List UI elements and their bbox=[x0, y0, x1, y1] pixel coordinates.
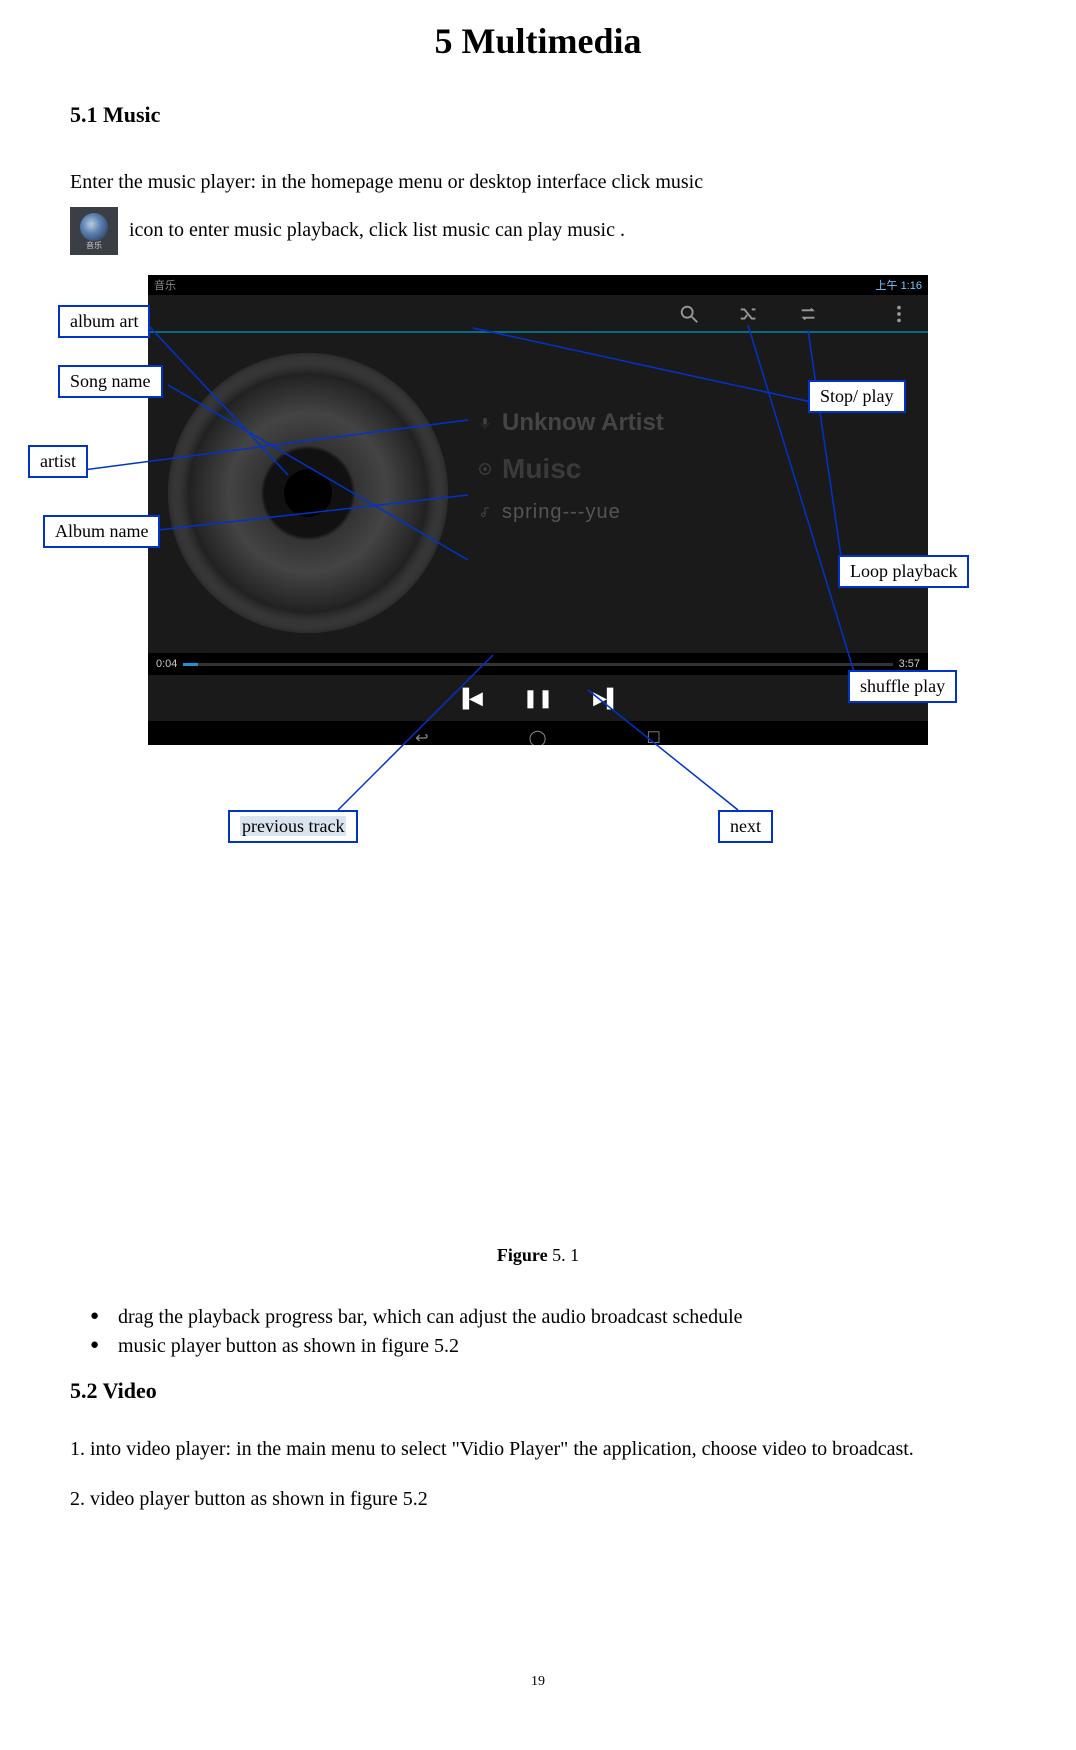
callout-artist: artist bbox=[28, 445, 88, 478]
action-bar bbox=[148, 295, 928, 333]
chapter-title: 5 Multimedia bbox=[70, 20, 1006, 62]
playback-controls: ▐◀ ❚❚ ▶▌ bbox=[148, 675, 928, 721]
back-nav-icon[interactable]: ↩ bbox=[415, 728, 428, 745]
artist-row: Unknow Artist bbox=[478, 409, 918, 437]
intro-paragraph: Enter the music player: in the homepage … bbox=[70, 158, 1006, 255]
document-page: 5 Multimedia 5.1 Music Enter the music p… bbox=[0, 0, 1076, 1750]
bullet-list: drag the playback progress bar, which ca… bbox=[70, 1306, 1006, 1358]
status-app-label: 音乐 bbox=[154, 277, 176, 293]
overflow-menu-icon[interactable] bbox=[888, 303, 910, 325]
video-paragraph-2: 2. video player button as shown in figur… bbox=[70, 1484, 1006, 1514]
music-icon-label: 音乐 bbox=[70, 236, 118, 255]
callout-album-art: album art bbox=[58, 305, 150, 338]
figure-caption: Figure 5. 1 bbox=[88, 1245, 988, 1266]
progress-bar-row: 0:04 3:57 bbox=[148, 653, 928, 675]
system-nav-bar: ↩ ◯ ☐ bbox=[148, 721, 928, 745]
callout-previous-track: previous track bbox=[228, 810, 358, 843]
music-player-screenshot: 音乐 上午 1:16 Unknow Artist bbox=[148, 275, 928, 745]
note-icon bbox=[478, 506, 492, 520]
time-total: 3:57 bbox=[899, 658, 920, 670]
progress-fill bbox=[183, 663, 197, 666]
album-row: Muisc bbox=[478, 453, 918, 485]
callout-next: next bbox=[718, 810, 773, 843]
bullet-item: music player button as shown in figure 5… bbox=[90, 1335, 1006, 1358]
figure-5-1-container: 音乐 上午 1:16 Unknow Artist bbox=[88, 275, 988, 1266]
next-button[interactable]: ▶▌ bbox=[593, 688, 620, 709]
bullet-item: drag the playback progress bar, which ca… bbox=[90, 1306, 1006, 1329]
figure-label: Figure bbox=[497, 1245, 548, 1265]
section-5-1-heading: 5.1 Music bbox=[70, 102, 1006, 128]
progress-bar[interactable] bbox=[183, 663, 892, 666]
album-text: Muisc bbox=[502, 453, 581, 485]
song-text: spring---yue bbox=[502, 501, 621, 524]
figure-number: 5. 1 bbox=[552, 1245, 579, 1265]
disc-hole bbox=[284, 469, 332, 517]
artist-text: Unknow Artist bbox=[502, 409, 664, 437]
callout-loop-playback: Loop playback bbox=[838, 555, 969, 588]
recent-nav-icon[interactable]: ☐ bbox=[646, 728, 660, 745]
album-art bbox=[168, 353, 448, 633]
status-time: 上午 1:16 bbox=[876, 277, 922, 293]
disc-icon bbox=[168, 353, 448, 633]
section-5-2-heading: 5.2 Video bbox=[70, 1378, 1006, 1404]
status-bar: 音乐 上午 1:16 bbox=[148, 275, 928, 295]
song-row: spring---yue bbox=[478, 501, 918, 524]
callout-stop-play: Stop/ play bbox=[808, 380, 906, 413]
pause-button[interactable]: ❚❚ bbox=[523, 688, 553, 709]
previous-track-text: previous track bbox=[240, 816, 346, 836]
callout-album-name: Album name bbox=[43, 515, 160, 548]
shuffle-icon[interactable] bbox=[738, 303, 760, 325]
disc-small-icon bbox=[478, 462, 492, 476]
page-number: 19 bbox=[70, 1674, 1006, 1690]
time-current: 0:04 bbox=[156, 658, 177, 670]
music-app-icon: 音乐 bbox=[70, 207, 118, 255]
previous-button[interactable]: ▐◀ bbox=[456, 688, 483, 709]
intro-text-1: Enter the music player: in the homepage … bbox=[70, 171, 703, 193]
mic-icon bbox=[478, 416, 492, 430]
video-paragraph-1: 1. into video player: in the main menu t… bbox=[70, 1434, 1006, 1464]
callout-shuffle-play: shuffle play bbox=[848, 670, 957, 703]
intro-text-2: icon to enter music playback, click list… bbox=[129, 219, 625, 241]
callout-song-name: Song name bbox=[58, 365, 163, 398]
search-icon[interactable] bbox=[678, 303, 700, 325]
home-nav-icon[interactable]: ◯ bbox=[529, 728, 547, 745]
repeat-icon[interactable] bbox=[798, 303, 820, 325]
